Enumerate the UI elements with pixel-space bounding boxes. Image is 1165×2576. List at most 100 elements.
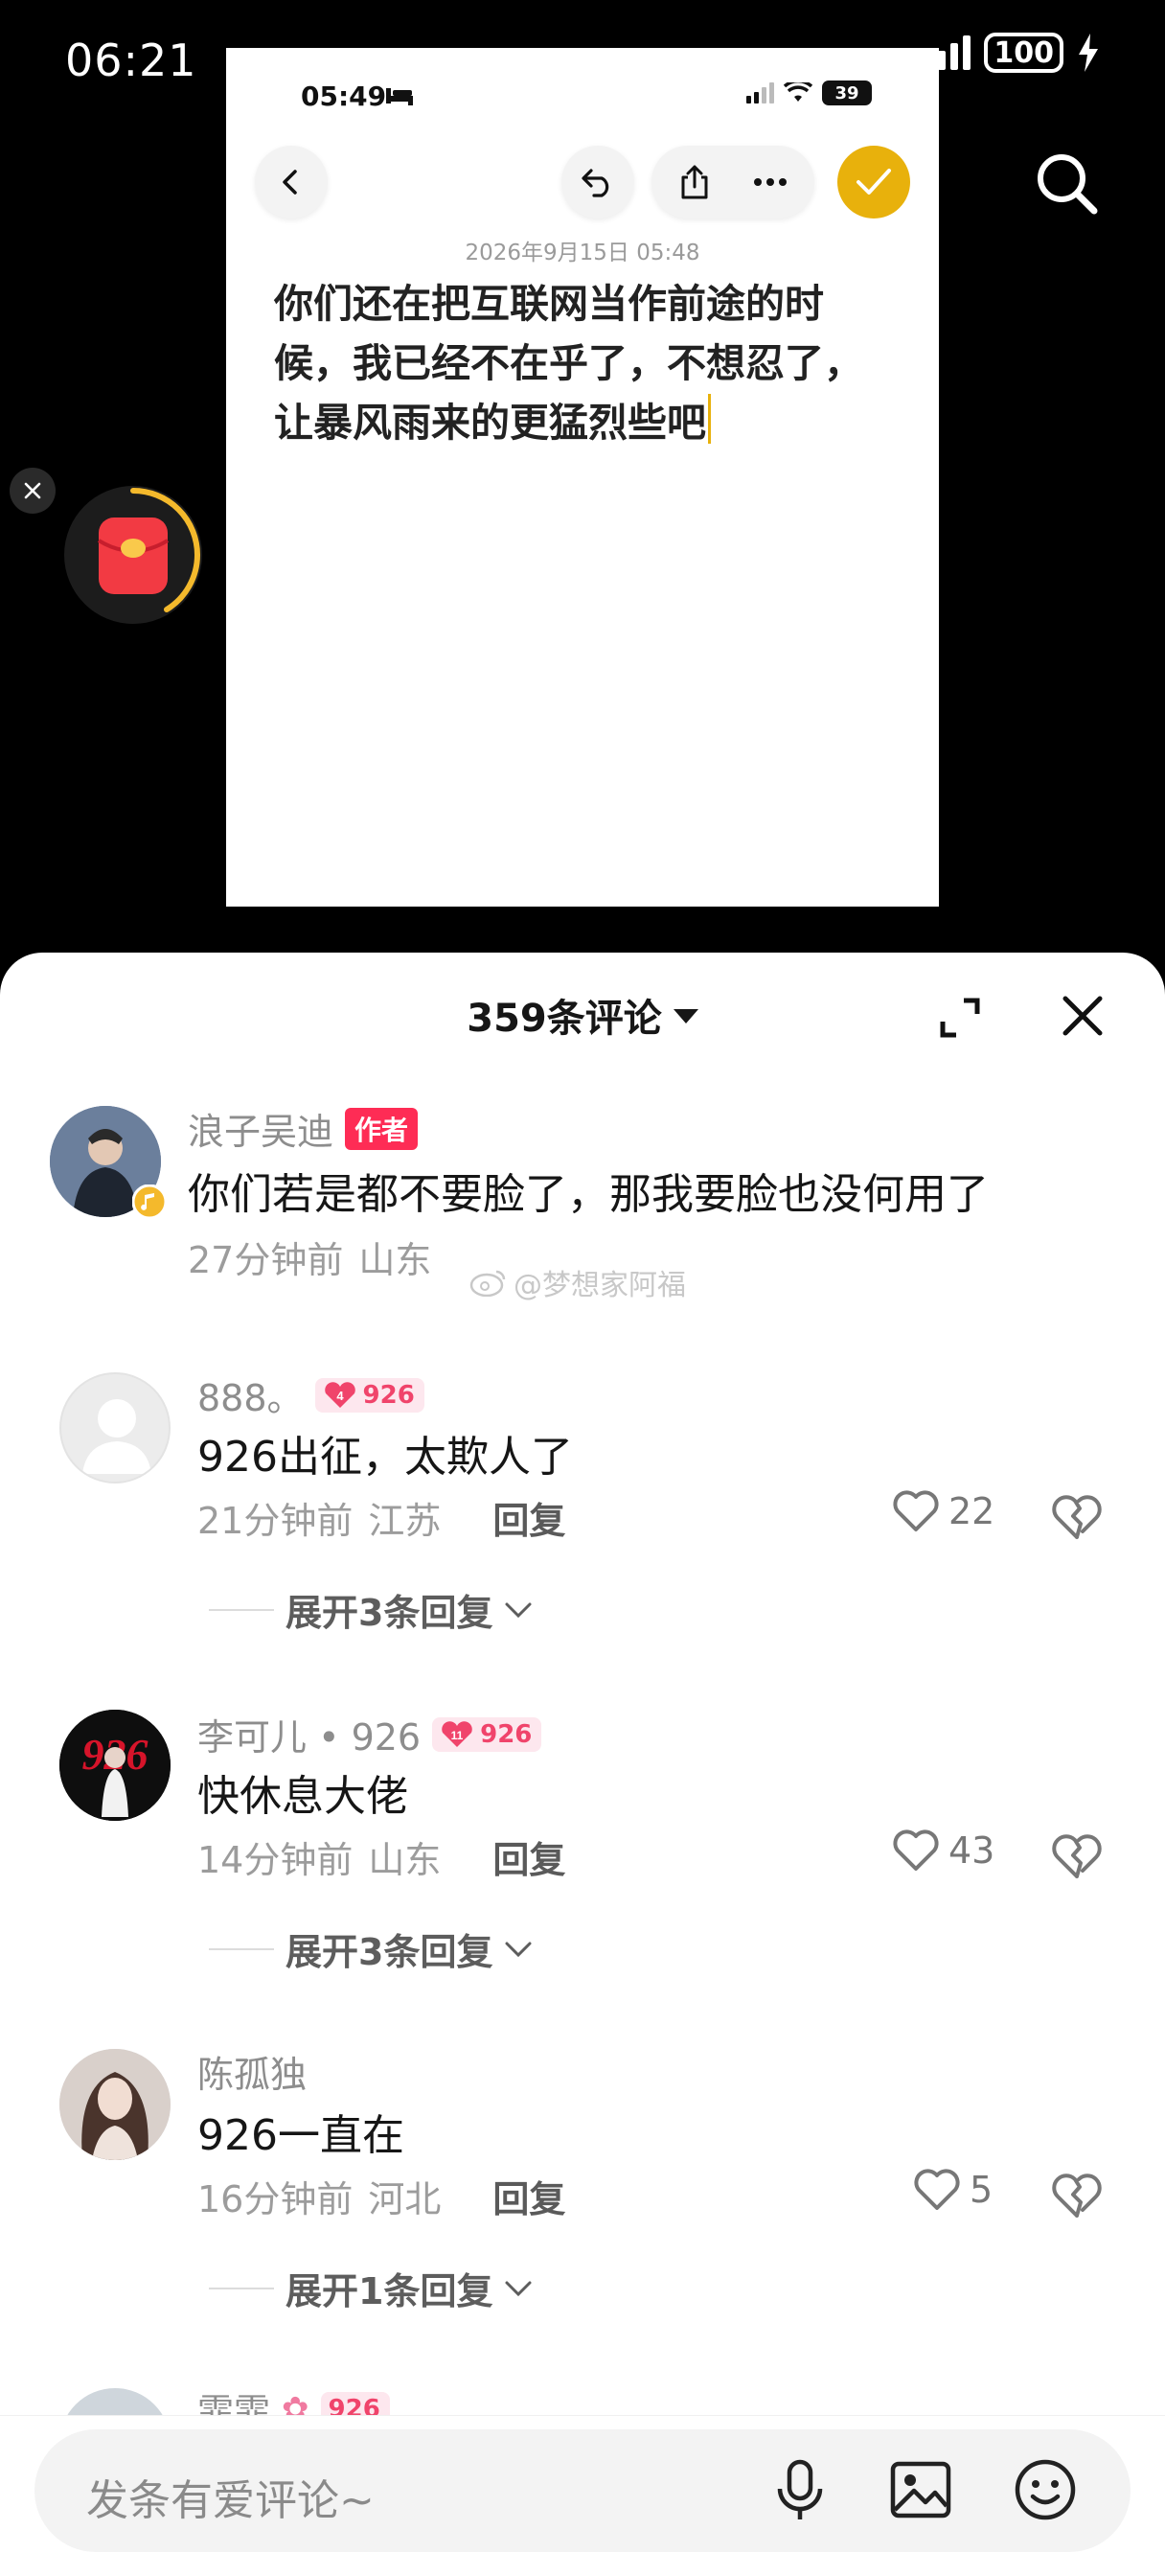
comment-author[interactable]: 陈孤独 — [197, 2045, 307, 2098]
comment-meta: 21分钟前 江苏 回复 — [197, 1491, 565, 1544]
share-icon[interactable] — [678, 164, 711, 200]
microphone-icon[interactable] — [766, 2456, 834, 2523]
screenshot-signal-icon — [746, 82, 774, 104]
note-date: 2026年9月15日 05:48 — [465, 241, 700, 265]
fan-badge-text: 926 — [480, 1719, 533, 1749]
charging-icon — [1079, 34, 1098, 72]
comment-text[interactable]: 926一直在 — [197, 2101, 404, 2162]
comment-time: 27分钟前 — [188, 1239, 344, 1281]
widget-close-button[interactable] — [10, 468, 56, 514]
comment-author-name: 陈孤独 — [197, 2054, 308, 2096]
fullscreen-icon[interactable] — [937, 995, 983, 1041]
search-icon[interactable] — [1035, 151, 1098, 215]
undo-icon — [582, 169, 609, 197]
image-icon[interactable] — [887, 2456, 954, 2523]
heart-icon — [914, 2169, 960, 2210]
comment-author[interactable]: 浪子吴迪 作者 — [188, 1102, 419, 1155]
screenshot-battery-icon: 39 — [822, 80, 872, 105]
fan-badge: 11 926 — [432, 1716, 542, 1752]
note-done-button[interactable] — [837, 146, 910, 218]
comment-location: 江苏 — [368, 1500, 442, 1542]
comment-input-placeholder: 发条有爱评论~ — [86, 2476, 375, 2525]
comment-author[interactable]: 李可儿 • 926 11 926 — [197, 1708, 542, 1760]
comments-header: 359条评论 — [0, 953, 1165, 1071]
comment-time: 16分钟前 — [197, 2178, 354, 2220]
close-icon — [24, 482, 41, 499]
comment-time: 21分钟前 — [197, 1500, 354, 1542]
emoji-icon[interactable] — [1012, 2456, 1079, 2523]
avatar[interactable] — [59, 2049, 171, 2160]
like-button[interactable]: 22 — [891, 1489, 994, 1533]
comments-panel: 359条评论 浪子吴迪 作者 你们若是都不要脸了，那我要脸也没何用了 27分钟前… — [0, 953, 1165, 2576]
default-avatar-icon — [82, 1399, 151, 1474]
comment-meta: 14分钟前 山东 回复 — [197, 1830, 565, 1883]
comment-input-bar: 发条有爱评论~ — [0, 2415, 1165, 2576]
bed-icon — [386, 88, 413, 105]
svg-text:4: 4 — [336, 1389, 344, 1403]
reply-button[interactable]: 回复 — [492, 2170, 565, 2222]
comment-author[interactable]: 888。 4 926 — [197, 1368, 424, 1421]
note-actions-pill — [651, 146, 814, 218]
comment-location: 山东 — [368, 1839, 442, 1881]
author-tag: 作者 — [345, 1107, 419, 1150]
watermark: @梦想家阿福 — [469, 1261, 686, 1303]
comment-time: 14分钟前 — [197, 1839, 354, 1881]
music-badge-icon — [132, 1184, 167, 1219]
weibo-icon — [469, 1270, 506, 1297]
note-text: 你们还在把互联网当作前途的时候，我已经不在乎了，不想忍了，让暴风雨来的更猛烈些吧 — [274, 281, 863, 446]
comment-text[interactable]: 926出征，太欺人了 — [197, 1422, 573, 1484]
video-screenshot: 05:49 39 2026年9月15日 05:48 你们还在把互联网当作前途的时… — [226, 48, 939, 907]
checkmark-icon — [857, 169, 891, 195]
dislike-icon[interactable] — [1050, 1493, 1104, 1541]
comment-author-name: 李可儿 • 926 — [197, 1716, 422, 1759]
red-packet-widget[interactable] — [61, 483, 205, 627]
comment-author-name: 888。 — [197, 1377, 304, 1419]
watermark-text: @梦想家阿福 — [514, 1269, 686, 1302]
heart-icon — [893, 1490, 939, 1531]
comment-text[interactable]: 你们若是都不要脸了，那我要脸也没何用了 — [188, 1160, 989, 1221]
screenshot-status-right: 39 — [746, 80, 872, 105]
avatar[interactable]: 926 — [59, 1710, 171, 1821]
comment-text[interactable]: 快休息大佬 — [197, 1761, 408, 1823]
comments-title[interactable]: 359条评论 — [0, 987, 1165, 1043]
note-back-button[interactable] — [255, 146, 328, 218]
comment-input[interactable]: 发条有爱评论~ — [34, 2429, 1131, 2552]
note-body: 你们还在把互联网当作前途的时候，我已经不在乎了，不想忍了，让暴风雨来的更猛烈些吧 — [274, 274, 897, 452]
dislike-icon[interactable] — [1050, 1832, 1104, 1880]
reply-button[interactable]: 回复 — [492, 1491, 565, 1544]
status-right: 100 — [925, 33, 1100, 73]
note-toolbar — [226, 146, 939, 218]
avatar[interactable] — [59, 1372, 171, 1484]
expand-replies-button[interactable]: 展开1条回复 — [209, 2262, 533, 2314]
fan-badge-text: 926 — [362, 1380, 415, 1410]
divider-line — [209, 1947, 274, 1950]
expand-replies-button[interactable]: 展开3条回复 — [209, 1583, 533, 1636]
expand-replies-label: 展开3条回复 — [286, 1592, 493, 1634]
like-count: 22 — [948, 1490, 995, 1532]
screenshot-time: 05:49 — [301, 80, 387, 112]
expand-replies-label: 展开3条回复 — [286, 1931, 493, 1973]
chevron-down-icon — [505, 1602, 532, 1618]
back-icon — [283, 170, 297, 195]
chevron-down-icon — [505, 1942, 532, 1957]
text-caret — [708, 394, 711, 444]
wifi-icon — [784, 82, 812, 102]
note-undo-button[interactable] — [561, 146, 634, 218]
screenshot-status-bar: 05:49 39 — [226, 48, 939, 112]
like-button[interactable]: 43 — [891, 1828, 994, 1873]
expand-replies-button[interactable]: 展开3条回复 — [209, 1922, 533, 1975]
more-icon[interactable] — [753, 177, 788, 187]
heart-icon — [893, 1829, 939, 1871]
like-button[interactable]: 5 — [912, 2168, 993, 2212]
fan-badge: 4 926 — [314, 1377, 424, 1413]
like-count: 43 — [948, 1829, 995, 1872]
battery-icon: 100 — [984, 33, 1063, 73]
dropdown-icon — [673, 1009, 698, 1024]
comment-location: 山东 — [358, 1239, 432, 1281]
close-comments-icon[interactable] — [1058, 991, 1108, 1041]
comment-meta: 16分钟前 河北 回复 — [197, 2170, 565, 2222]
like-count: 5 — [970, 2169, 994, 2211]
dislike-icon[interactable] — [1050, 2172, 1104, 2220]
reply-button[interactable]: 回复 — [492, 1830, 565, 1883]
comment-author-name: 浪子吴迪 — [188, 1111, 334, 1153]
